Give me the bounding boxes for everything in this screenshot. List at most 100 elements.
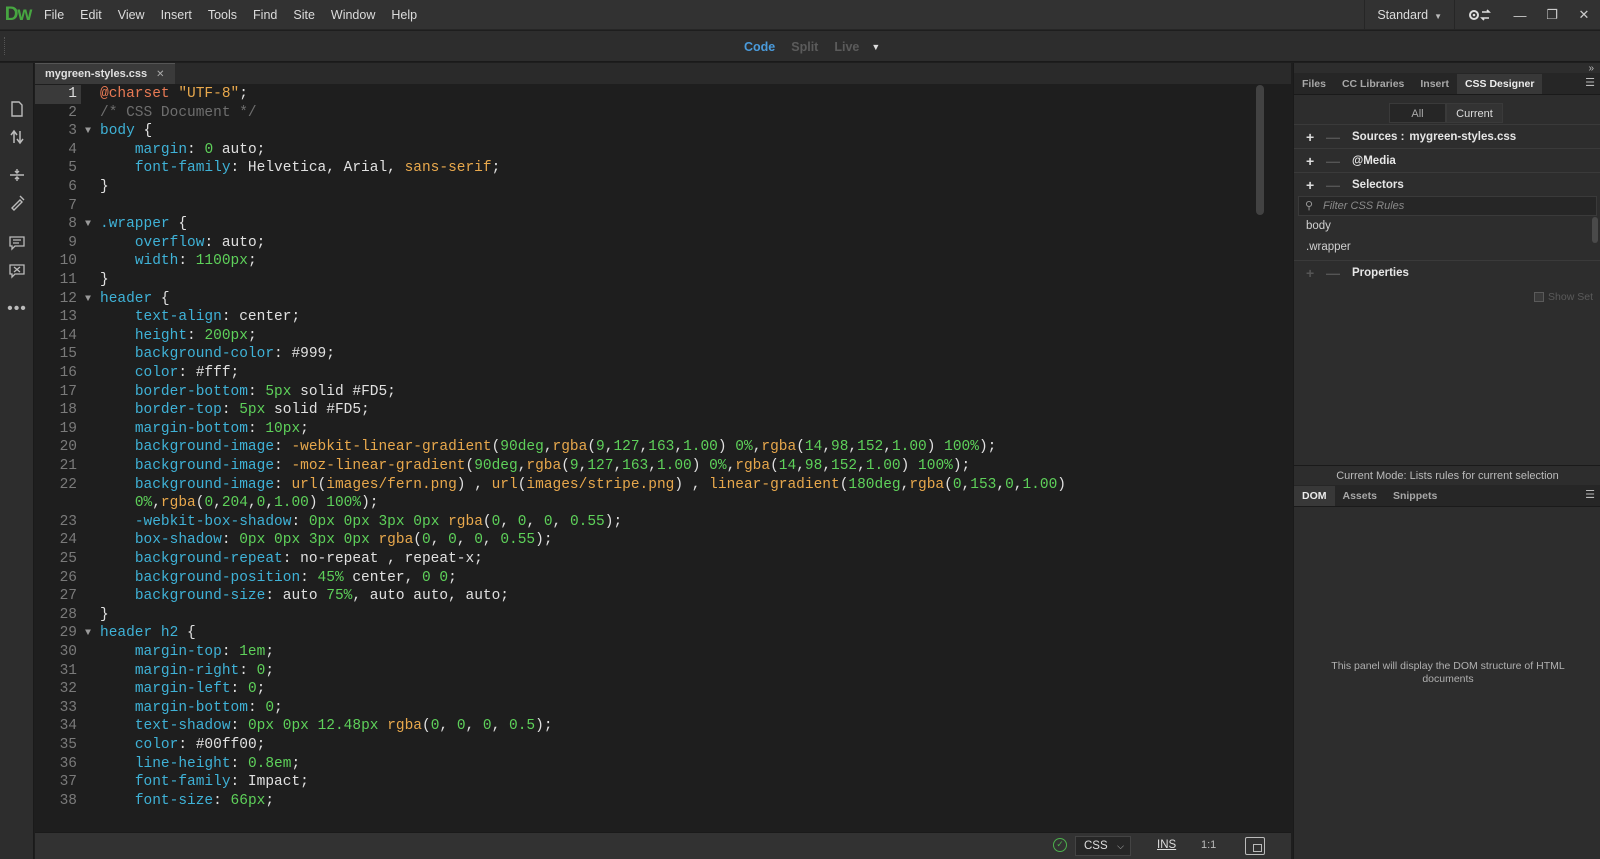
- code-line[interactable]: background-size: auto 75%, auto auto, au…: [100, 587, 509, 606]
- code-line[interactable]: font-size: 66px;: [100, 792, 274, 811]
- remove-property-icon[interactable]: —: [1326, 265, 1342, 281]
- close-icon[interactable]: ✕: [1568, 0, 1600, 30]
- line-number[interactable]: 15: [35, 345, 77, 364]
- panel-menu-icon[interactable]: ☰: [1585, 78, 1595, 89]
- code-line[interactable]: -webkit-box-shadow: 0px 0px 3px 0px rgba…: [100, 513, 622, 532]
- line-number[interactable]: 38: [35, 792, 77, 811]
- line-number[interactable]: 37: [35, 773, 77, 792]
- code-line[interactable]: }: [100, 271, 109, 290]
- remove-comment-icon[interactable]: [7, 261, 27, 281]
- code-editor[interactable]: 1 2 3 4 5 6 7 8 9 10 11 12 13 14 15 16 17 18 19 20 21 22 23 24 2…: [35, 85, 1291, 831]
- code-line[interactable]: margin-bottom: 0;: [100, 699, 283, 718]
- line-number[interactable]: 30: [35, 643, 77, 662]
- line-number[interactable]: 26: [35, 569, 77, 588]
- add-selector-icon[interactable]: +: [1306, 177, 1322, 193]
- selector-item[interactable]: body: [1306, 220, 1331, 232]
- tab-files[interactable]: Files: [1294, 74, 1334, 94]
- selectors-section[interactable]: + — Selectors: [1294, 172, 1600, 196]
- apply-comment-icon[interactable]: [7, 233, 27, 253]
- selectors-scrollbar[interactable]: [1592, 217, 1598, 243]
- sync-settings-icon[interactable]: [1454, 0, 1504, 30]
- line-number[interactable]: 35: [35, 736, 77, 755]
- code-line[interactable]: body {: [100, 122, 152, 141]
- close-tab-icon[interactable]: ✕: [156, 69, 164, 80]
- menu-site[interactable]: Site: [285, 0, 323, 30]
- code-line[interactable]: background-color: #999;: [100, 345, 335, 364]
- document-tab[interactable]: mygreen-styles.css ✕: [35, 63, 175, 84]
- line-number[interactable]: 12: [35, 290, 77, 309]
- code-line[interactable]: color: #00ff00;: [100, 736, 266, 755]
- code-line[interactable]: border-top: 5px solid #FD5;: [100, 401, 370, 420]
- insert-mode[interactable]: INS: [1157, 839, 1176, 851]
- fold-toggle-icon[interactable]: ▼: [85, 624, 97, 643]
- line-number[interactable]: 11: [35, 271, 77, 290]
- line-number[interactable]: 17: [35, 383, 77, 402]
- properties-section[interactable]: + — Properties: [1294, 260, 1600, 284]
- fold-toggle-icon[interactable]: ▼: [85, 290, 97, 309]
- fold-toggle-icon[interactable]: ▼: [85, 215, 97, 234]
- line-number[interactable]: 23: [35, 513, 77, 532]
- line-number[interactable]: 20: [35, 438, 77, 457]
- tab-cc-libraries[interactable]: CC Libraries: [1334, 74, 1412, 94]
- line-number[interactable]: 18: [35, 401, 77, 420]
- code-line[interactable]: font-family: Helvetica, Arial, sans-seri…: [100, 159, 500, 178]
- code-line[interactable]: box-shadow: 0px 0px 3px 0px rgba(0, 0, 0…: [100, 531, 553, 550]
- line-number[interactable]: 22: [35, 476, 77, 495]
- line-number[interactable]: 19: [35, 420, 77, 439]
- line-number[interactable]: 14: [35, 327, 77, 346]
- sources-section[interactable]: + — Sources : mygreen-styles.css: [1294, 124, 1600, 148]
- code-line[interactable]: /* CSS Document */: [100, 104, 257, 123]
- line-number[interactable]: 2: [35, 104, 77, 123]
- remove-source-icon[interactable]: —: [1326, 129, 1342, 145]
- current-button[interactable]: Current: [1446, 103, 1503, 123]
- code-line[interactable]: overflow: auto;: [100, 234, 266, 253]
- code-line[interactable]: height: 200px;: [100, 327, 257, 346]
- menu-view[interactable]: View: [110, 0, 153, 30]
- restore-icon[interactable]: ❐: [1536, 0, 1568, 30]
- code-line[interactable]: color: #fff;: [100, 364, 239, 383]
- line-number[interactable]: 6: [35, 178, 77, 197]
- editor-scrollbar[interactable]: [1255, 85, 1265, 831]
- code-line[interactable]: }: [100, 606, 109, 625]
- code-line[interactable]: }: [100, 178, 109, 197]
- menu-help[interactable]: Help: [383, 0, 425, 30]
- real-time-preview-icon[interactable]: [1245, 837, 1265, 855]
- add-property-icon[interactable]: +: [1306, 265, 1322, 281]
- show-set-checkbox[interactable]: [1534, 292, 1545, 302]
- tab-css-designer[interactable]: CSS Designer: [1456, 74, 1543, 94]
- code-line[interactable]: 0%,rgba(0,204,0,1.00) 100%);: [100, 494, 379, 513]
- line-number[interactable]: 7: [35, 197, 77, 216]
- code-line[interactable]: margin: 0 auto;: [100, 141, 266, 160]
- live-view-button[interactable]: Live: [826, 40, 867, 54]
- line-number[interactable]: 1: [35, 85, 81, 104]
- panel-menu-icon[interactable]: ☰: [1585, 490, 1595, 501]
- line-number[interactable]: 29: [35, 624, 77, 643]
- code-line[interactable]: margin-top: 1em;: [100, 643, 274, 662]
- code-line[interactable]: background-position: 45% center, 0 0;: [100, 569, 457, 588]
- line-number[interactable]: 28: [35, 606, 77, 625]
- remove-selector-icon[interactable]: —: [1326, 177, 1342, 193]
- code-line[interactable]: header {: [100, 290, 170, 309]
- show-set-toggle[interactable]: Show Set: [1534, 291, 1593, 303]
- line-number[interactable]: 32: [35, 680, 77, 699]
- file-management-icon[interactable]: [7, 127, 27, 147]
- remove-media-icon[interactable]: —: [1326, 153, 1342, 169]
- code-line[interactable]: margin-right: 0;: [100, 662, 274, 681]
- fold-toggle-icon[interactable]: ▼: [85, 122, 97, 141]
- menu-find[interactable]: Find: [245, 0, 285, 30]
- minimize-icon[interactable]: —: [1504, 0, 1536, 30]
- menu-insert[interactable]: Insert: [153, 0, 200, 30]
- more-options-icon[interactable]: •••: [7, 299, 27, 319]
- line-number[interactable]: 10: [35, 252, 77, 271]
- line-number[interactable]: 9: [35, 234, 77, 253]
- format-source-icon[interactable]: [7, 193, 27, 213]
- expand-collapse-icon[interactable]: [7, 165, 27, 185]
- code-line[interactable]: border-bottom: 5px solid #FD5;: [100, 383, 396, 402]
- chevron-down-icon[interactable]: ▼: [871, 42, 880, 52]
- line-number[interactable]: 13: [35, 308, 77, 327]
- tab-assets[interactable]: Assets: [1335, 486, 1385, 506]
- line-number[interactable]: 3: [35, 122, 77, 141]
- open-documents-icon[interactable]: [7, 99, 27, 119]
- no-errors-icon[interactable]: ✓: [1053, 838, 1067, 852]
- code-view-button[interactable]: Code: [736, 40, 783, 54]
